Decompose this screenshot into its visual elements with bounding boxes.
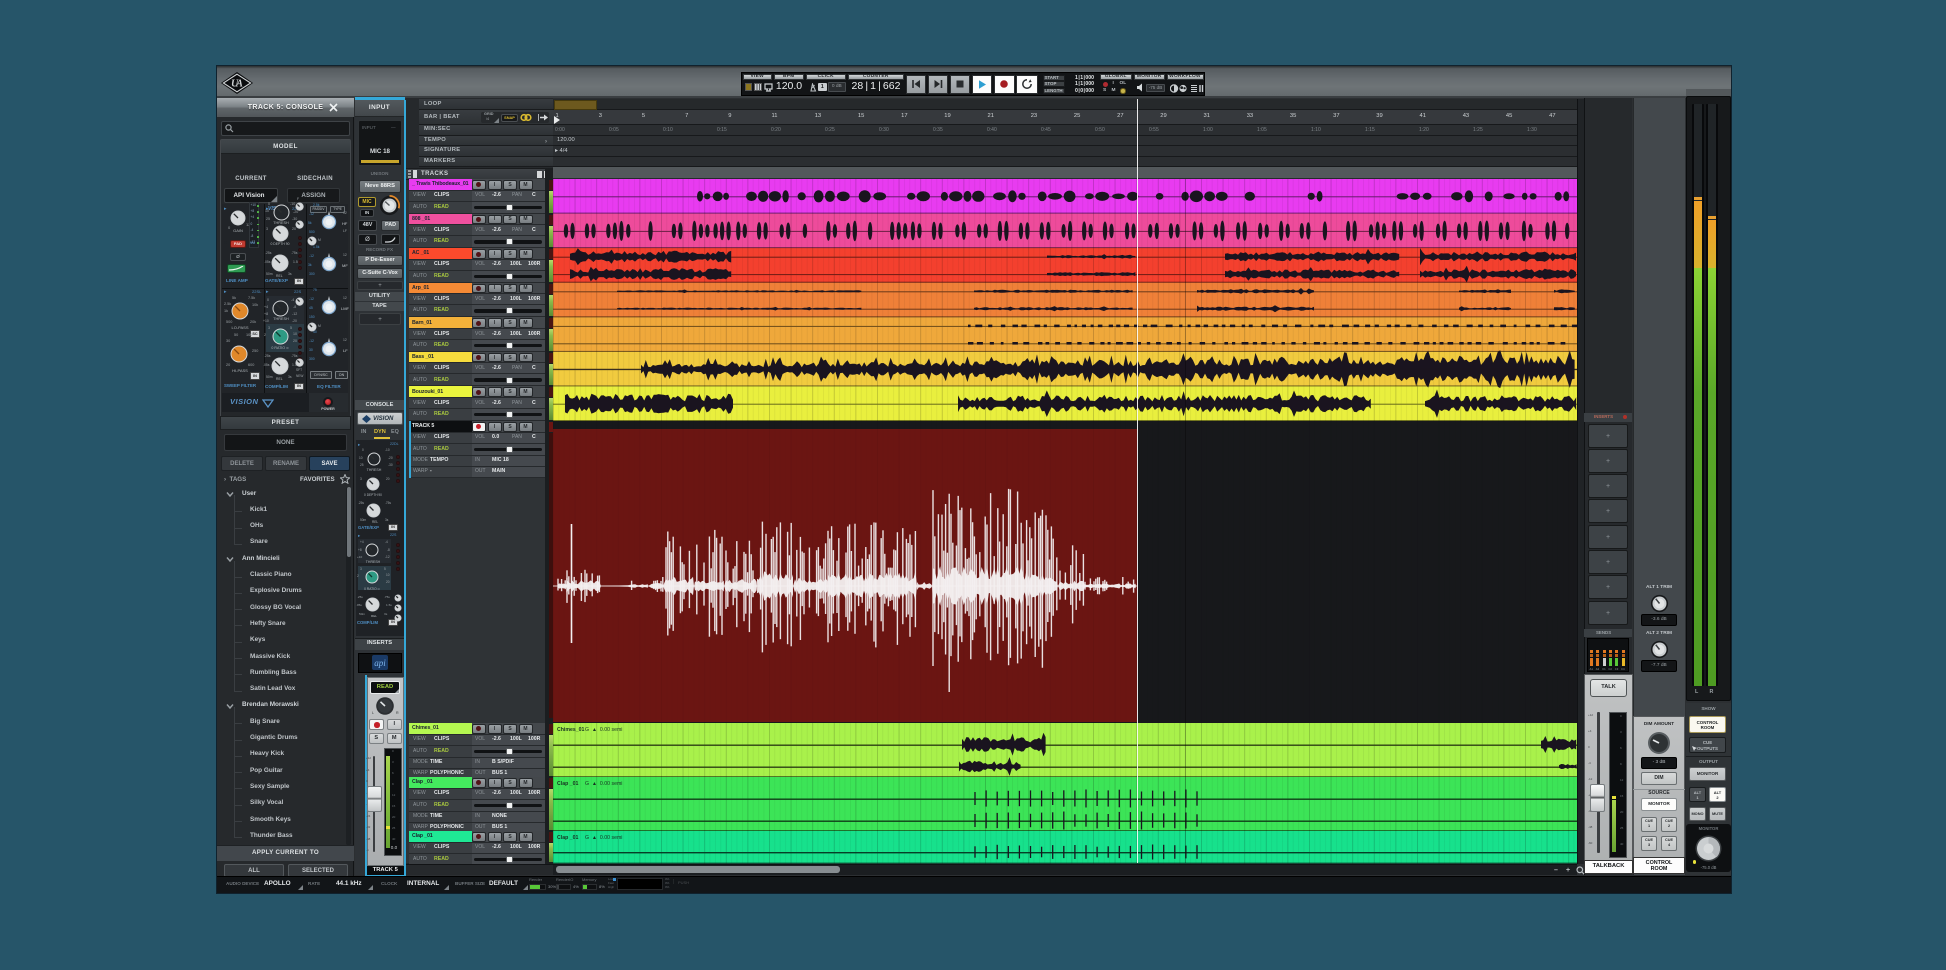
svg-text:Clap _01: Clap _01 xyxy=(557,781,578,787)
svg-text:UA: UA xyxy=(231,79,243,90)
svg-text:G ▲ 0.00 semi: G ▲ 0.00 semi xyxy=(585,727,622,733)
svg-text:api: api xyxy=(374,658,386,668)
svg-text:G ▲ 0.00 semi: G ▲ 0.00 semi xyxy=(585,781,622,787)
svg-text:Chimes_01: Chimes_01 xyxy=(557,727,585,733)
svg-text:Clap _01: Clap _01 xyxy=(557,835,578,841)
svg-text:G ▲ 0.00 semi: G ▲ 0.00 semi xyxy=(585,835,622,841)
